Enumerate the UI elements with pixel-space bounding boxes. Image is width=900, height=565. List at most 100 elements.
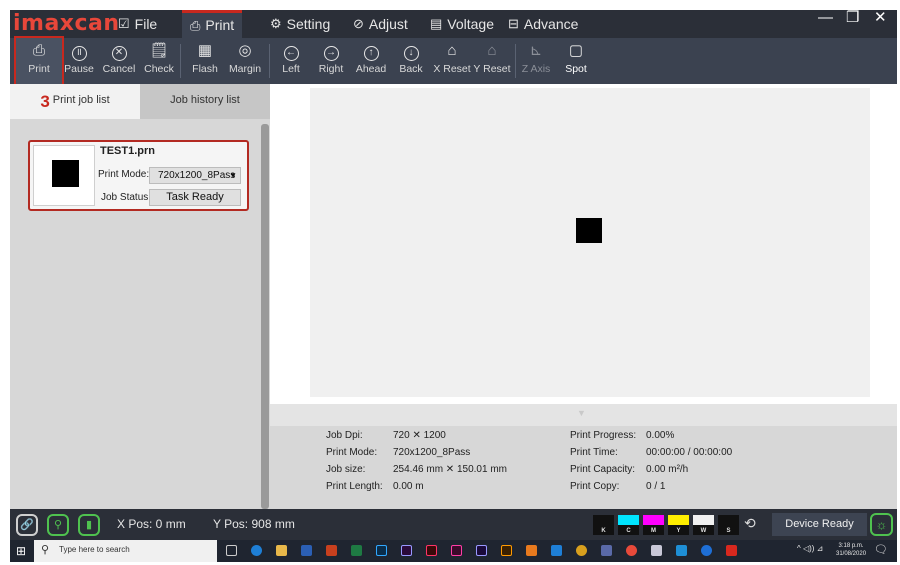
ink-m-fill [643, 515, 664, 525]
chrome-icon[interactable] [626, 545, 637, 556]
print-progress-label: Print Progress: [570, 430, 637, 441]
menu-file[interactable]: ☑ File [118, 10, 157, 38]
print-mode-label: Print Mode: [98, 169, 150, 180]
menu-adjust[interactable]: ⊘ Adjust [353, 10, 408, 38]
ahead-button[interactable]: ↑ Ahead [354, 38, 388, 84]
file-explorer-icon[interactable] [276, 545, 287, 556]
job-thumbnail [33, 145, 95, 206]
powerpoint-icon[interactable] [326, 545, 337, 556]
check-button[interactable]: 🗒 Check [143, 38, 175, 84]
indesign-icon[interactable] [451, 545, 462, 556]
pause-button[interactable]: ॥ Pause [64, 38, 94, 84]
flash-button[interactable]: ▦ Flash [190, 38, 220, 84]
imaxcan-taskbar-icon[interactable] [601, 545, 612, 556]
menu-advance[interactable]: ⊟ Advance [508, 10, 578, 38]
menu-setting-label: Setting [286, 16, 331, 32]
paint-icon[interactable] [576, 545, 587, 556]
spot-button[interactable]: ▢ Spot [562, 38, 590, 84]
z-axis-button[interactable]: ⊾ Z Axis [520, 38, 552, 84]
after-effects-icon[interactable] [476, 545, 487, 556]
printer-icon: ⎙ [190, 18, 201, 33]
menu-voltage[interactable]: ▤ Voltage [430, 10, 494, 38]
menu-print-label: Print [205, 17, 235, 33]
x-reset-button[interactable]: ⌂ X Reset [432, 38, 472, 84]
print-preview-canvas[interactable] [310, 88, 870, 397]
link-icon[interactable]: 🔗 [16, 514, 38, 536]
word-icon[interactable] [301, 545, 312, 556]
system-tray-icons[interactable]: ^ ◁)) ⊿ [797, 544, 823, 553]
premiere-icon[interactable] [401, 545, 412, 556]
x-position: X Pos: 0 mm [117, 517, 186, 531]
print-progress-value: 0.00% [646, 430, 675, 441]
flash-app-icon[interactable] [426, 545, 437, 556]
print-mode-select[interactable]: 720x1200_8Pass ▼ [149, 167, 241, 184]
menu-print[interactable]: ⎙ Print [182, 10, 243, 38]
left-button[interactable]: ← Left [278, 38, 304, 84]
windows-start-icon[interactable]: ⊞ [16, 544, 26, 558]
taskbar-clock[interactable]: 3:18 p.m. 31/08/2020 [836, 542, 866, 558]
cancel-button[interactable]: ✕ Cancel [102, 38, 136, 84]
tab-job-history-list[interactable]: Job history list [140, 84, 270, 119]
ink-k-fill [593, 515, 614, 525]
taskbar-search-placeholder: Type here to search [59, 545, 130, 554]
job-panel: 3 Print job list Job history list TEST1.p… [10, 84, 270, 509]
job-card[interactable]: TEST1.prn Print Mode: 720x1200_8Pass ▼ J… [28, 140, 249, 211]
arrow-down-icon: ↓ [396, 38, 426, 62]
print-button-label: Print [28, 63, 50, 75]
thumbnail-image [52, 160, 79, 187]
task-view-icon[interactable] [226, 545, 237, 556]
store-icon[interactable] [676, 545, 687, 556]
job-size-label: Job size: [326, 464, 366, 475]
lightbulb-icon[interactable]: ☼ [870, 513, 893, 536]
edge-browser-icon[interactable] [251, 545, 262, 556]
device-status-button[interactable]: Device Ready [772, 513, 867, 536]
illustrator-icon[interactable] [501, 545, 512, 556]
messenger-icon[interactable] [701, 545, 712, 556]
app-window: imaxcan ☑ File ⎙ Print ⚙ Setting ⊘ Adjus… [10, 10, 897, 540]
clock-date: 31/08/2020 [836, 551, 867, 557]
ink-c-letter: C [626, 528, 631, 534]
snip-tool-icon[interactable] [651, 545, 662, 556]
network-icon[interactable]: ⚲ [47, 514, 69, 536]
right-button-label: Right [318, 63, 344, 75]
excel-icon[interactable] [351, 545, 362, 556]
restore-button[interactable]: ❐ [846, 10, 859, 26]
print-time-value: 00:00:00 / 00:00:00 [646, 447, 733, 458]
print-mode-select-value: 720x1200_8Pass [158, 170, 236, 181]
toolbar-divider [515, 44, 516, 78]
pause-button-label: Pause [64, 63, 94, 75]
flash-button-label: Flash [192, 63, 218, 75]
minimize-button[interactable]: — [818, 10, 833, 26]
margin-button[interactable]: ◎ Margin [228, 38, 262, 84]
tab-print-job-list[interactable]: 3 Print job list [10, 84, 140, 119]
photoshop-icon[interactable] [376, 545, 387, 556]
media-player-icon[interactable] [526, 545, 537, 556]
print-capacity-label: Print Capacity: [570, 464, 636, 475]
job-status-badge: Task Ready [149, 189, 241, 206]
taskbar-search-box[interactable]: ⚲ Type here to search [34, 540, 217, 562]
back-button[interactable]: ↓ Back [396, 38, 426, 84]
spot-icon: ▢ [568, 42, 584, 59]
cycle-icon[interactable]: ⟲ [744, 515, 756, 532]
info-collapse-bar[interactable]: ▼ [270, 404, 897, 426]
z-axis-button-label: Z Axis [521, 63, 551, 75]
print-button[interactable]: ⎙ Print [14, 36, 64, 86]
print-copy-label: Print Copy: [570, 481, 620, 492]
step-marker: 3 [40, 92, 50, 111]
menu-voltage-label: Voltage [447, 16, 495, 32]
close-button[interactable]: ✕ [874, 10, 887, 26]
print-toolbar: ⎙ Print ॥ Pause ✕ Cancel 🗒 Check ▦ Flash… [10, 36, 897, 86]
menu-setting[interactable]: ⚙ Setting [270, 10, 330, 38]
ink-c-fill [618, 515, 639, 525]
y-reset-button[interactable]: ⌂ Y Reset [472, 38, 512, 84]
job-list-scrollbar[interactable] [261, 124, 269, 509]
job-dpi-label: Job Dpi: [326, 430, 363, 441]
home-icon: ⌂ [487, 42, 497, 59]
ahead-button-label: Ahead [355, 63, 387, 75]
temperature-icon[interactable]: ▮ [78, 514, 100, 536]
mail-icon[interactable] [551, 545, 562, 556]
notification-icon[interactable]: 🗨 [874, 543, 888, 556]
os-taskbar: ⊞ ⚲ Type here to search ^ ◁)) ⊿ 3:18 p.m… [10, 540, 897, 562]
right-button[interactable]: → Right [316, 38, 346, 84]
app-icon[interactable] [726, 545, 737, 556]
